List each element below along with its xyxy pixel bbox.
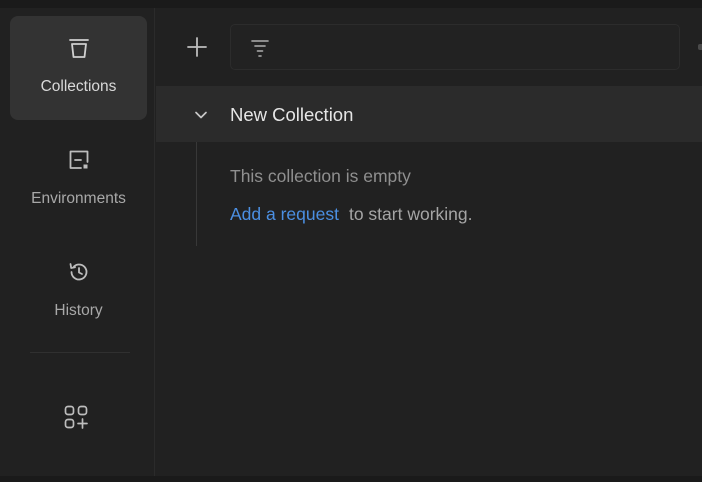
sidebar-divider [30,352,130,353]
top-edge [0,0,702,8]
environment-icon [65,146,93,174]
history-icon [65,258,93,286]
filter-search-field[interactable] [230,24,680,70]
trash-can-icon [65,34,93,62]
sidebar-item-label: Collections [40,78,117,95]
sidebar-item-environments[interactable]: Environments [10,128,147,232]
empty-collection-message: This collection is empty [230,166,411,186]
overflow-edge-marker [698,44,702,50]
filter-icon [247,35,273,61]
add-request-link[interactable]: Add a request [230,204,339,224]
collection-row[interactable]: New Collection [156,86,702,142]
collection-name: New Collection [230,104,354,125]
sidebar-item-collections[interactable]: Collections [10,16,147,120]
collections-toolbar [156,8,702,86]
add-request-hint: Add a request to start working. [230,204,473,225]
sidebar-item-history[interactable]: History [10,240,147,344]
add-request-hint-text: to start working. [348,204,473,224]
collections-panel: New Collection This collection is empty … [156,8,702,476]
filter-input[interactable] [283,31,667,65]
plus-icon [187,37,207,57]
app-window: Collections Environments History New Col… [0,0,702,482]
tree-indent-line [196,142,197,246]
apps-add-icon[interactable] [61,402,91,432]
bottom-edge [0,476,702,482]
add-collection-button[interactable] [184,34,210,60]
chevron-down-icon[interactable] [192,106,210,124]
sidebar: Collections Environments History [0,8,155,476]
sidebar-item-label: History [54,302,103,319]
sidebar-item-label: Environments [31,190,126,207]
